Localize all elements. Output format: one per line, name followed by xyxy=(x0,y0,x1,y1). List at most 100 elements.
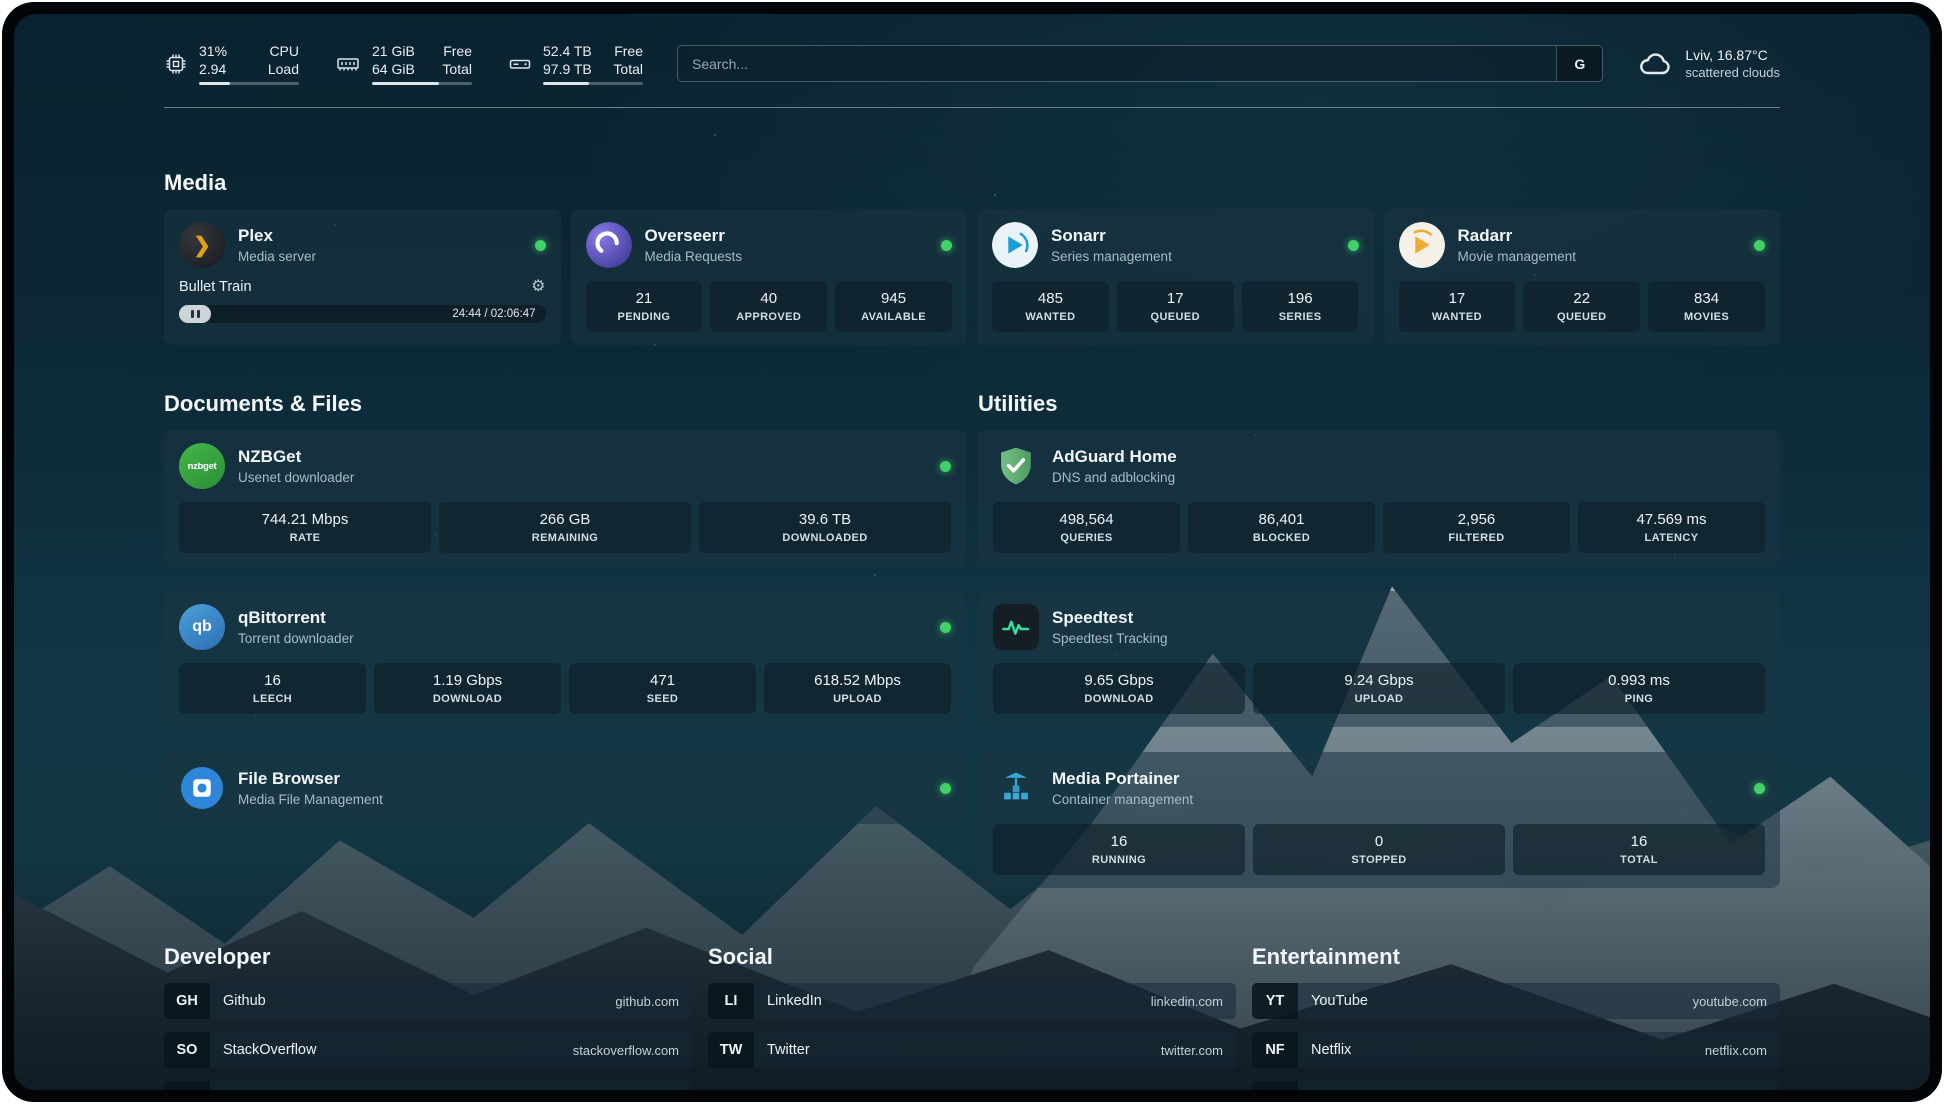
service-link-filebrowser[interactable]: File Browser Media File Management xyxy=(179,765,951,811)
bookmark-abbr: TW xyxy=(708,1032,754,1068)
service-description: Container management xyxy=(1052,792,1193,807)
service-name: qBittorrent xyxy=(238,608,354,628)
gear-icon[interactable]: ⚙ xyxy=(531,279,545,295)
search-bar: G xyxy=(677,45,1603,82)
bookmark-youtube[interactable]: YT YouTube youtube.com xyxy=(1252,983,1780,1019)
disk-total-value: 97.9 TB xyxy=(543,60,592,78)
service-stats: 744.21 MbpsRATE 266 GBREMAINING 39.6 TBD… xyxy=(179,502,951,553)
media-grid: ❯ Plex Media server Bullet Train ⚙ 24:44 xyxy=(164,209,1780,345)
bookmark-url: linkedin.com xyxy=(1151,994,1236,1009)
disk-total-label: Total xyxy=(613,60,643,78)
bookmark-group-entertainment: Entertainment YT YouTube youtube.com NF … xyxy=(1252,944,1780,1090)
service-link-adguard[interactable]: AdGuard Home DNS and adblocking xyxy=(993,443,1765,489)
section-title-developer: Developer xyxy=(164,944,692,970)
service-description: DNS and adblocking xyxy=(1052,470,1177,485)
stat-series: 196SERIES xyxy=(1242,281,1359,332)
service-stats: 21PENDING 40APPROVED 945AVAILABLE xyxy=(586,281,953,332)
bookmark-abbr: LI xyxy=(708,983,754,1019)
search-provider-button[interactable]: G xyxy=(1556,46,1602,81)
memory-progress-bar xyxy=(372,82,472,85)
service-stats: 17WANTED 22QUEUED 834MOVIES xyxy=(1399,281,1766,332)
memory-widget: 21 GiBFree 64 GiBTotal xyxy=(335,42,472,85)
service-link-nzbget[interactable]: nzbget NZBGet Usenet downloader xyxy=(179,443,951,489)
memory-free-label: Free xyxy=(443,42,472,60)
section-documents: Documents & Files nzbget NZBGet Usenet d… xyxy=(164,391,966,888)
bookmark-name: LinkedIn xyxy=(754,993,822,1009)
bookmark-url: stackoverflow.com xyxy=(573,1043,692,1058)
stat-downloaded: 39.6 TBDOWNLOADED xyxy=(699,502,951,553)
background-scene: 31%CPU 2.94Load 21 GiBFree 64 GiBTotal xyxy=(14,14,1930,1090)
overseerr-icon xyxy=(586,222,632,268)
section-title-social: Social xyxy=(708,944,1236,970)
service-name: Radarr xyxy=(1458,226,1577,246)
bookmark-github[interactable]: GH Github github.com xyxy=(164,983,692,1019)
service-card-plex: ❯ Plex Media server Bullet Train ⚙ 24:44 xyxy=(164,209,561,345)
stat-remaining: 266 GBREMAINING xyxy=(439,502,691,553)
stat-wanted: 485WANTED xyxy=(992,281,1109,332)
service-link-overseerr[interactable]: Overseerr Media Requests xyxy=(586,222,953,268)
stat-available: 945AVAILABLE xyxy=(835,281,952,332)
stat-stopped: 0STOPPED xyxy=(1253,824,1505,875)
bookmark-reddit[interactable]: RE Reddit reddit.com xyxy=(1252,1081,1780,1090)
service-link-sonarr[interactable]: Sonarr Series management xyxy=(992,222,1359,268)
speedtest-icon xyxy=(993,604,1039,650)
bookmark-abbr: SO xyxy=(164,1032,210,1068)
stat-approved: 40APPROVED xyxy=(710,281,827,332)
bookmark-group-social: Social LI LinkedIn linkedin.com TW Twitt… xyxy=(708,944,1236,1090)
stat-queries: 498,564QUERIES xyxy=(993,502,1180,553)
memory-total-value: 64 GiB xyxy=(372,60,415,78)
stat-upload: 9.24 GbpsUPLOAD xyxy=(1253,663,1505,714)
status-dot xyxy=(940,461,951,472)
bookmark-dev[interactable]: DT DEV dev.to xyxy=(164,1081,692,1090)
service-description: Media Requests xyxy=(645,249,743,264)
stat-movies: 834MOVIES xyxy=(1648,281,1765,332)
pause-icon[interactable] xyxy=(179,305,211,323)
bookmark-netflix[interactable]: NF Netflix netflix.com xyxy=(1252,1032,1780,1068)
stat-total: 16TOTAL xyxy=(1513,824,1765,875)
service-link-speedtest[interactable]: Speedtest Speedtest Tracking xyxy=(993,604,1765,650)
service-description: Media server xyxy=(238,249,316,264)
cpu-usage-label: CPU xyxy=(269,42,299,60)
status-dot xyxy=(941,240,952,251)
qbittorrent-icon: qb xyxy=(179,604,225,650)
section-media: Media ❯ Plex Media server Bullet Train ⚙ xyxy=(164,170,1780,345)
cpu-progress-bar xyxy=(199,82,299,85)
stat-upload: 618.52 MbpsUPLOAD xyxy=(764,663,951,714)
now-playing-title: Bullet Train xyxy=(179,279,252,295)
service-link-qbittorrent[interactable]: qb qBittorrent Torrent downloader xyxy=(179,604,951,650)
service-stats: 9.65 GbpsDOWNLOAD 9.24 GbpsUPLOAD 0.993 … xyxy=(993,663,1765,714)
disk-free-value: 52.4 TB xyxy=(543,42,592,60)
service-link-portainer[interactable]: Media Portainer Container management xyxy=(993,765,1765,811)
bookmark-twitter[interactable]: TW Twitter twitter.com xyxy=(708,1032,1236,1068)
service-link-radarr[interactable]: Radarr Movie management xyxy=(1399,222,1766,268)
plex-player-bar[interactable]: 24:44 / 02:06:47 xyxy=(179,305,546,323)
bookmark-name: YouTube xyxy=(1298,993,1368,1009)
service-stats: 485WANTED 17QUEUED 196SERIES xyxy=(992,281,1359,332)
memory-free-value: 21 GiB xyxy=(372,42,415,60)
service-name: AdGuard Home xyxy=(1052,447,1177,467)
cloud-icon xyxy=(1637,46,1673,82)
bookmark-name: StackOverflow xyxy=(210,1042,316,1058)
plex-icon: ❯ xyxy=(179,222,225,268)
weather-widget: Lviv, 16.87°C scattered clouds xyxy=(1637,46,1780,82)
status-dot xyxy=(940,783,951,794)
bookmark-linkedin[interactable]: LI LinkedIn linkedin.com xyxy=(708,983,1236,1019)
service-description: Usenet downloader xyxy=(238,470,354,485)
bookmark-abbr: GH xyxy=(164,983,210,1019)
service-card-adguard: AdGuard Home DNS and adblocking 498,564Q… xyxy=(978,430,1780,566)
dashboard-window: 31%CPU 2.94Load 21 GiBFree 64 GiBTotal xyxy=(2,2,1942,1102)
service-name: NZBGet xyxy=(238,447,354,467)
search-input[interactable] xyxy=(678,46,1556,81)
stat-seed: 471SEED xyxy=(569,663,756,714)
bookmark-stackoverflow[interactable]: SO StackOverflow stackoverflow.com xyxy=(164,1032,692,1068)
service-name: Media Portainer xyxy=(1052,769,1193,789)
service-name: Speedtest xyxy=(1052,608,1168,628)
service-card-qbittorrent: qb qBittorrent Torrent downloader 16LEEC… xyxy=(164,591,966,727)
service-stats: 498,564QUERIES 86,401BLOCKED 2,956FILTER… xyxy=(993,502,1765,553)
bookmark-url: twitter.com xyxy=(1161,1043,1236,1058)
service-link-plex[interactable]: ❯ Plex Media server xyxy=(179,222,546,268)
stat-running: 16RUNNING xyxy=(993,824,1245,875)
cpu-icon xyxy=(164,52,188,76)
weather-location: Lviv, 16.87°C xyxy=(1685,47,1780,63)
weather-condition: scattered clouds xyxy=(1685,65,1780,80)
